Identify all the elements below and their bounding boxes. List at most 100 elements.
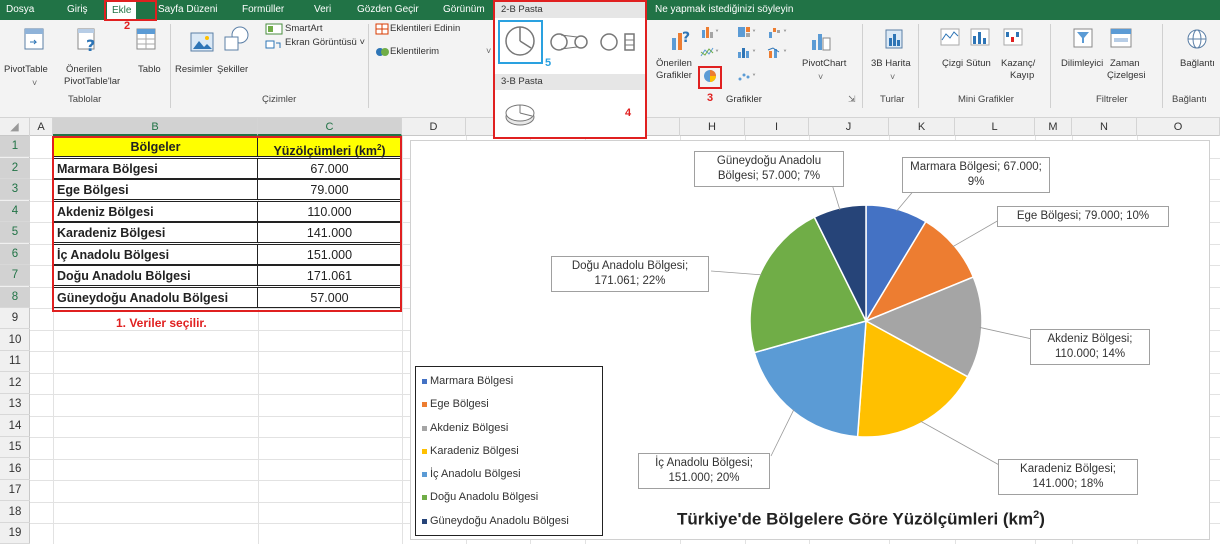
pivotchart-label[interactable]: PivotChart bbox=[802, 58, 846, 69]
line-chart-icon[interactable]: ˅ bbox=[700, 46, 722, 61]
chart-title[interactable]: Türkiye'de Bölgelere Göre Yüzölçümleri (… bbox=[677, 509, 1045, 530]
row-header[interactable]: 1 bbox=[0, 136, 30, 157]
sparkline-line-label[interactable]: Çizgi bbox=[942, 58, 963, 69]
row-header[interactable]: 13 bbox=[0, 394, 30, 415]
data-label-karadeniz[interactable]: Karadeniz Bölgesi; 141.000; 18% bbox=[998, 459, 1138, 495]
pivottable-icon[interactable] bbox=[24, 28, 44, 53]
cell-area[interactable]: 79.000 bbox=[257, 179, 402, 200]
shapes-icon[interactable] bbox=[222, 26, 250, 55]
row-header[interactable]: 11 bbox=[0, 351, 30, 372]
pivottable-label[interactable]: PivotTable bbox=[4, 64, 48, 75]
tab-giris[interactable]: Giriş bbox=[67, 0, 88, 20]
data-label-ege[interactable]: Ege Bölgesi; 79.000; 10% bbox=[997, 206, 1169, 227]
row-header[interactable]: 6 bbox=[0, 243, 30, 265]
column-header-d[interactable]: D bbox=[402, 118, 466, 136]
statistic-chart-icon[interactable]: ˅ bbox=[737, 46, 759, 61]
sparkline-line-icon[interactable] bbox=[940, 28, 960, 49]
header-cell-area[interactable]: Yüzölçümleri (km2) bbox=[257, 136, 402, 158]
data-label-ic-anadolu[interactable]: İç Anadolu Bölgesi; 151.000; 20% bbox=[638, 453, 770, 489]
hierarchy-chart-icon[interactable]: ˅ bbox=[737, 26, 759, 41]
sparkline-column-label[interactable]: Sütun bbox=[966, 58, 991, 69]
column-header-h[interactable]: H bbox=[680, 118, 745, 136]
recommended-charts-icon[interactable]: ? bbox=[669, 28, 693, 57]
recommended-charts-label-2[interactable]: Grafikler bbox=[656, 70, 692, 81]
row-header[interactable]: 8 bbox=[0, 286, 30, 308]
header-cell-region[interactable]: Bölgeler bbox=[53, 136, 258, 157]
row-header[interactable]: 3 bbox=[0, 179, 30, 200]
column-header-o[interactable]: O bbox=[1137, 118, 1220, 136]
column-header-b[interactable]: B bbox=[53, 118, 258, 136]
cell-area[interactable]: 57.000 bbox=[257, 286, 402, 308]
row-header[interactable]: 10 bbox=[0, 330, 30, 351]
row-header[interactable]: 5 bbox=[0, 222, 30, 243]
legend-entry[interactable]: Marmara Bölgesi bbox=[422, 370, 602, 393]
row-header[interactable]: 7 bbox=[0, 265, 30, 286]
slicer-label[interactable]: Dilimleyici bbox=[1061, 58, 1103, 69]
tab-formuller[interactable]: Formüller bbox=[242, 0, 284, 20]
timeline-label-2[interactable]: Çizelgesi bbox=[1107, 70, 1146, 81]
cell-region[interactable]: Ege Bölgesi bbox=[53, 179, 258, 200]
bar-of-pie-option[interactable] bbox=[599, 32, 639, 55]
my-addins-icon[interactable] bbox=[375, 46, 389, 61]
pictures-icon[interactable] bbox=[190, 32, 214, 55]
store-icon[interactable] bbox=[375, 23, 389, 38]
cell-area[interactable]: 67.000 bbox=[257, 157, 402, 179]
table-icon[interactable] bbox=[136, 28, 156, 53]
row-header[interactable]: 17 bbox=[0, 480, 30, 501]
cell-region[interactable]: Karadeniz Bölgesi bbox=[53, 222, 258, 243]
my-addins-label[interactable]: Eklentilerim bbox=[390, 46, 439, 57]
column-header-n[interactable]: N bbox=[1072, 118, 1137, 136]
tab-gorunum[interactable]: Görünüm bbox=[443, 0, 485, 20]
pivotchart-icon[interactable] bbox=[810, 30, 832, 55]
cell-area[interactable]: 171.061 bbox=[257, 265, 402, 286]
row-header[interactable]: 12 bbox=[0, 373, 30, 394]
select-all-corner[interactable]: ◢ bbox=[0, 118, 30, 136]
waterfall-chart-icon[interactable]: ˅ bbox=[767, 26, 791, 41]
link-icon[interactable] bbox=[1186, 28, 1208, 53]
recommended-pivottables-icon[interactable]: ? bbox=[77, 28, 99, 55]
legend-entry[interactable]: Doğu Anadolu Bölgesi bbox=[422, 486, 602, 509]
data-label-akdeniz[interactable]: Akdeniz Bölgesi; 110.000; 14% bbox=[1030, 329, 1150, 365]
cell-region[interactable]: İç Anadolu Bölgesi bbox=[53, 243, 258, 265]
column-header-j[interactable]: J bbox=[809, 118, 889, 136]
pie-3d-option[interactable] bbox=[503, 102, 537, 131]
screenshot-icon[interactable] bbox=[265, 37, 283, 52]
3d-map-icon[interactable] bbox=[884, 28, 904, 53]
column-header-c[interactable]: C bbox=[258, 118, 402, 136]
data-label-guneydogu[interactable]: Güneydoğu Anadolu Bölgesi; 57.000; 7% bbox=[694, 151, 844, 187]
links-label[interactable]: Bağlantı bbox=[1180, 58, 1215, 69]
column-header-i[interactable]: I bbox=[745, 118, 809, 136]
get-addins-label[interactable]: Eklentileri Edinin bbox=[390, 23, 460, 34]
legend-entry[interactable]: Karadeniz Bölgesi bbox=[422, 440, 602, 463]
row-header[interactable]: 19 bbox=[0, 523, 30, 544]
pivottable-dropdown-icon[interactable]: ˅ bbox=[32, 78, 37, 88]
timeline-icon[interactable] bbox=[1110, 28, 1132, 51]
my-addins-dropdown-icon[interactable]: ˅ bbox=[486, 46, 491, 56]
recommended-charts-label-1[interactable]: Önerilen bbox=[656, 58, 692, 69]
recommended-pivottables-label-2[interactable]: PivotTable'lar bbox=[64, 76, 120, 87]
3d-map-dropdown-icon[interactable]: ˅ bbox=[890, 72, 895, 82]
column-header-m[interactable]: M bbox=[1035, 118, 1072, 136]
sparkline-winloss-label-1[interactable]: Kazanç/ bbox=[1001, 58, 1035, 69]
row-header[interactable]: 4 bbox=[0, 200, 30, 222]
recommended-pivottables-label-1[interactable]: Önerilen bbox=[66, 64, 102, 75]
scatter-chart-icon[interactable]: ˅ bbox=[737, 70, 759, 85]
cell-region[interactable]: Marmara Bölgesi bbox=[53, 157, 258, 179]
timeline-label-1[interactable]: Zaman bbox=[1110, 58, 1140, 69]
data-label-marmara[interactable]: Marmara Bölgesi; 67.000; 9% bbox=[902, 157, 1050, 193]
data-label-dogu-anadolu[interactable]: Doğu Anadolu Bölgesi; 171.061; 22% bbox=[551, 256, 709, 292]
pictures-label[interactable]: Resimler bbox=[175, 64, 212, 75]
table-label[interactable]: Tablo bbox=[138, 64, 161, 75]
legend-entry[interactable]: Akdeniz Bölgesi bbox=[422, 417, 602, 440]
tab-gozden-gecir[interactable]: Gözden Geçir bbox=[357, 0, 419, 20]
cell-area[interactable]: 151.000 bbox=[257, 243, 402, 265]
legend-entry[interactable]: İç Anadolu Bölgesi bbox=[422, 463, 602, 486]
pivotchart-dropdown-icon[interactable]: ˅ bbox=[818, 72, 823, 82]
row-header[interactable]: 2 bbox=[0, 157, 30, 179]
cell-area[interactable]: 141.000 bbox=[257, 222, 402, 243]
row-header[interactable]: 14 bbox=[0, 416, 30, 437]
smartart-icon[interactable] bbox=[265, 23, 283, 38]
chart-legend[interactable]: Marmara Bölgesi Ege Bölgesi Akdeniz Bölges… bbox=[415, 366, 603, 536]
cell-region[interactable]: Güneydoğu Anadolu Bölgesi bbox=[53, 286, 258, 308]
smartart-label[interactable]: SmartArt bbox=[285, 23, 322, 34]
